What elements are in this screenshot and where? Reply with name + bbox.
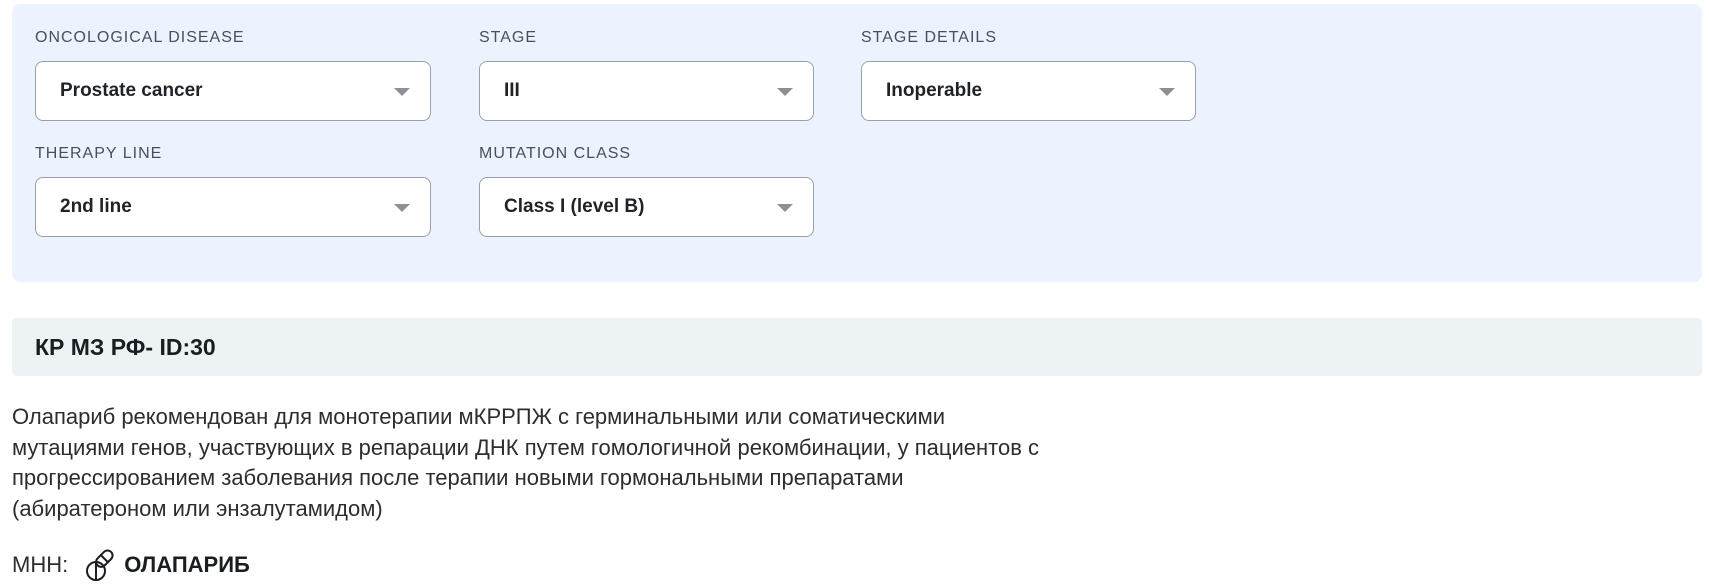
guideline-description: Олапариб рекомендован для монотерапии мК… — [12, 404, 1039, 521]
chevron-down-icon — [777, 88, 793, 96]
guideline-id: КР МЗ РФ- ID:30 — [35, 333, 216, 360]
stage-details-select[interactable]: Inoperable — [861, 61, 1196, 121]
guideline-header: КР МЗ РФ- ID:30 — [12, 318, 1702, 376]
mutation-class-value: Class I (level B) — [504, 196, 645, 217]
chevron-down-icon — [394, 204, 410, 212]
stage-label: STAGE — [479, 29, 538, 46]
mutation-class-field: MUTATION CLASS Class I (level B) — [479, 144, 814, 237]
therapy-line-label: THERAPY LINE — [35, 145, 163, 162]
chevron-down-icon — [394, 88, 410, 96]
pills-icon — [82, 547, 118, 583]
inn-label: МНН: — [12, 552, 69, 577]
inn-row: МНН: ОЛАПАРИБ — [12, 548, 250, 582]
stage-details-label: STAGE DETAILS — [861, 29, 997, 46]
stage-details-field: STAGE DETAILS Inoperable — [861, 28, 1196, 121]
oncological-disease-select[interactable]: Prostate cancer — [35, 61, 431, 121]
mutation-class-label: MUTATION CLASS — [479, 145, 632, 162]
chevron-down-icon — [777, 204, 793, 212]
oncological-disease-field: ONCOLOGICAL DISEASE Prostate cancer — [35, 28, 431, 121]
chevron-down-icon — [1159, 88, 1175, 96]
stage-select[interactable]: III — [479, 61, 814, 121]
therapy-line-field: THERAPY LINE 2nd line — [35, 144, 431, 237]
stage-field: STAGE III — [479, 28, 814, 121]
therapy-line-select[interactable]: 2nd line — [35, 177, 431, 237]
filter-panel: ONCOLOGICAL DISEASE Prostate cancer STAG… — [12, 4, 1702, 282]
stage-value: III — [504, 80, 520, 101]
inn-value: ОЛАПАРИБ — [124, 552, 250, 577]
therapy-line-value: 2nd line — [60, 196, 132, 217]
oncological-disease-value: Prostate cancer — [60, 80, 203, 101]
oncological-disease-label: ONCOLOGICAL DISEASE — [35, 29, 245, 46]
mutation-class-select[interactable]: Class I (level B) — [479, 177, 814, 237]
stage-details-value: Inoperable — [886, 80, 983, 101]
